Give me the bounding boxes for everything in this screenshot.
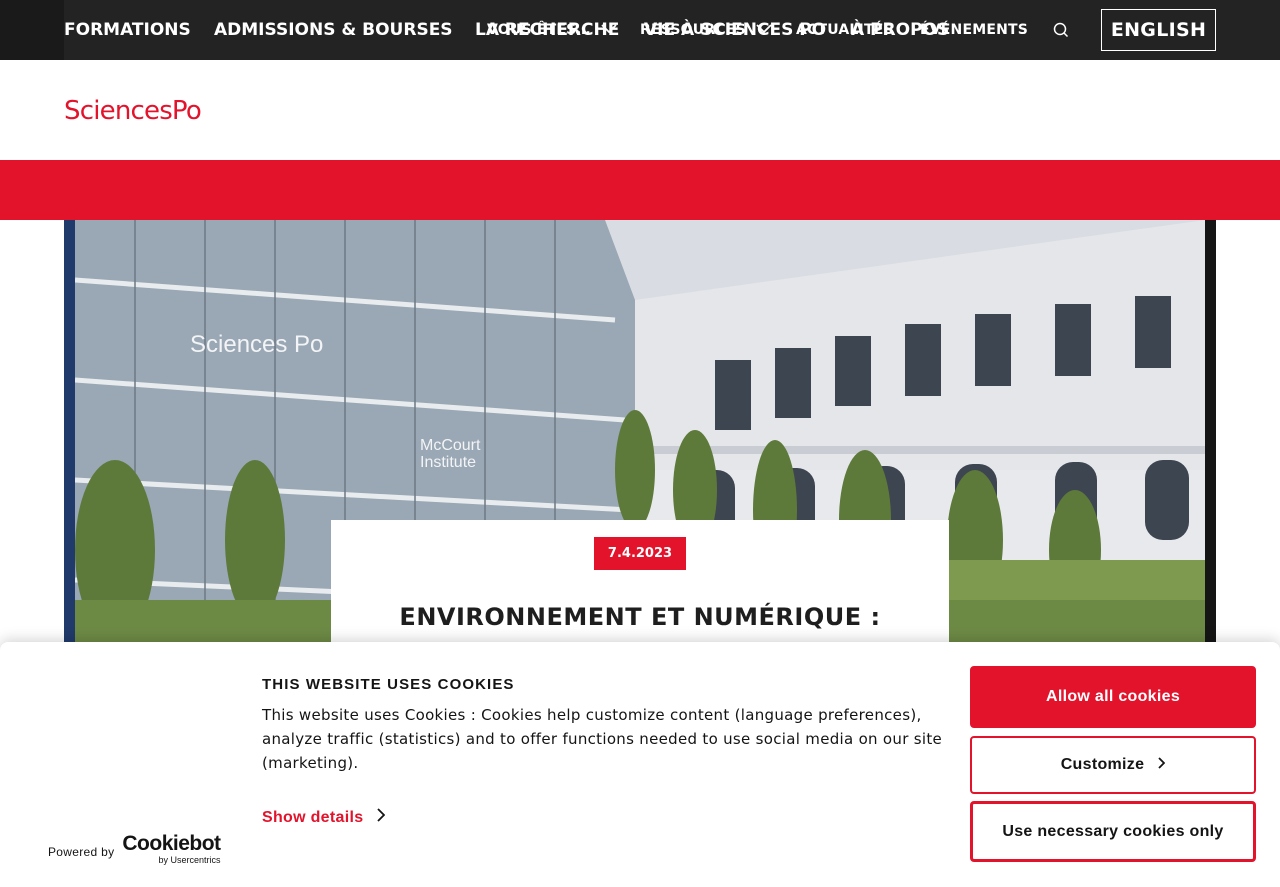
allow-all-cookies-button[interactable]: Allow all cookies xyxy=(970,666,1256,728)
article-date-badge: 7.4.2023 xyxy=(594,537,686,570)
main-navigation xyxy=(0,160,1280,220)
language-switch-button[interactable]: ENGLISH xyxy=(1101,9,1216,51)
hero-sign-institute-1: McCourt xyxy=(420,437,481,454)
necessary-cookies-only-button[interactable]: Use necessary cookies only xyxy=(970,801,1256,862)
cookie-banner-text: This website uses Cookies : Cookies help… xyxy=(262,706,943,772)
cookiebot-wordmark: Cookiebot xyxy=(122,832,221,855)
customize-label: Customize xyxy=(1060,756,1145,773)
cookiebot-attribution[interactable]: Powered by Cookiebot by Usercentrics xyxy=(48,832,221,865)
chevron-right-icon xyxy=(1158,756,1166,774)
hero-sign-sciencespo: Sciences Po xyxy=(190,331,323,358)
article-title[interactable]: ENVIRONNEMENT ET NUMÉRIQUE : xyxy=(331,603,949,631)
show-details-label: Show details xyxy=(262,808,364,826)
main-nav-a-propos[interactable]: À PROPOS xyxy=(851,0,949,60)
customize-cookies-button[interactable]: Customize xyxy=(970,736,1256,794)
main-nav-formations[interactable]: FORMATIONS xyxy=(64,0,191,60)
search-icon[interactable] xyxy=(1052,20,1070,40)
cookiebot-subtext: by Usercentrics xyxy=(158,855,221,865)
main-nav-vie[interactable]: VIE À SCIENCES PO xyxy=(644,0,826,60)
chevron-right-icon xyxy=(377,808,386,827)
show-details-link[interactable]: Show details xyxy=(262,808,386,827)
main-nav-recherche[interactable]: LA RECHERCHE xyxy=(475,0,619,60)
powered-by-label: Powered by xyxy=(48,845,115,859)
topbar-left-shade xyxy=(0,0,64,60)
main-nav-admissions[interactable]: ADMISSIONS & BOURSES xyxy=(214,0,453,60)
hero-edge xyxy=(64,220,75,650)
cookie-banner-title: THIS WEBSITE USES COOKIES xyxy=(262,676,515,693)
cookiebot-logo: Cookiebot by Usercentrics xyxy=(122,832,221,865)
sciencespo-logo[interactable]: SciencesPo xyxy=(64,96,202,126)
hero-sign-institute-2: Institute xyxy=(420,454,476,471)
